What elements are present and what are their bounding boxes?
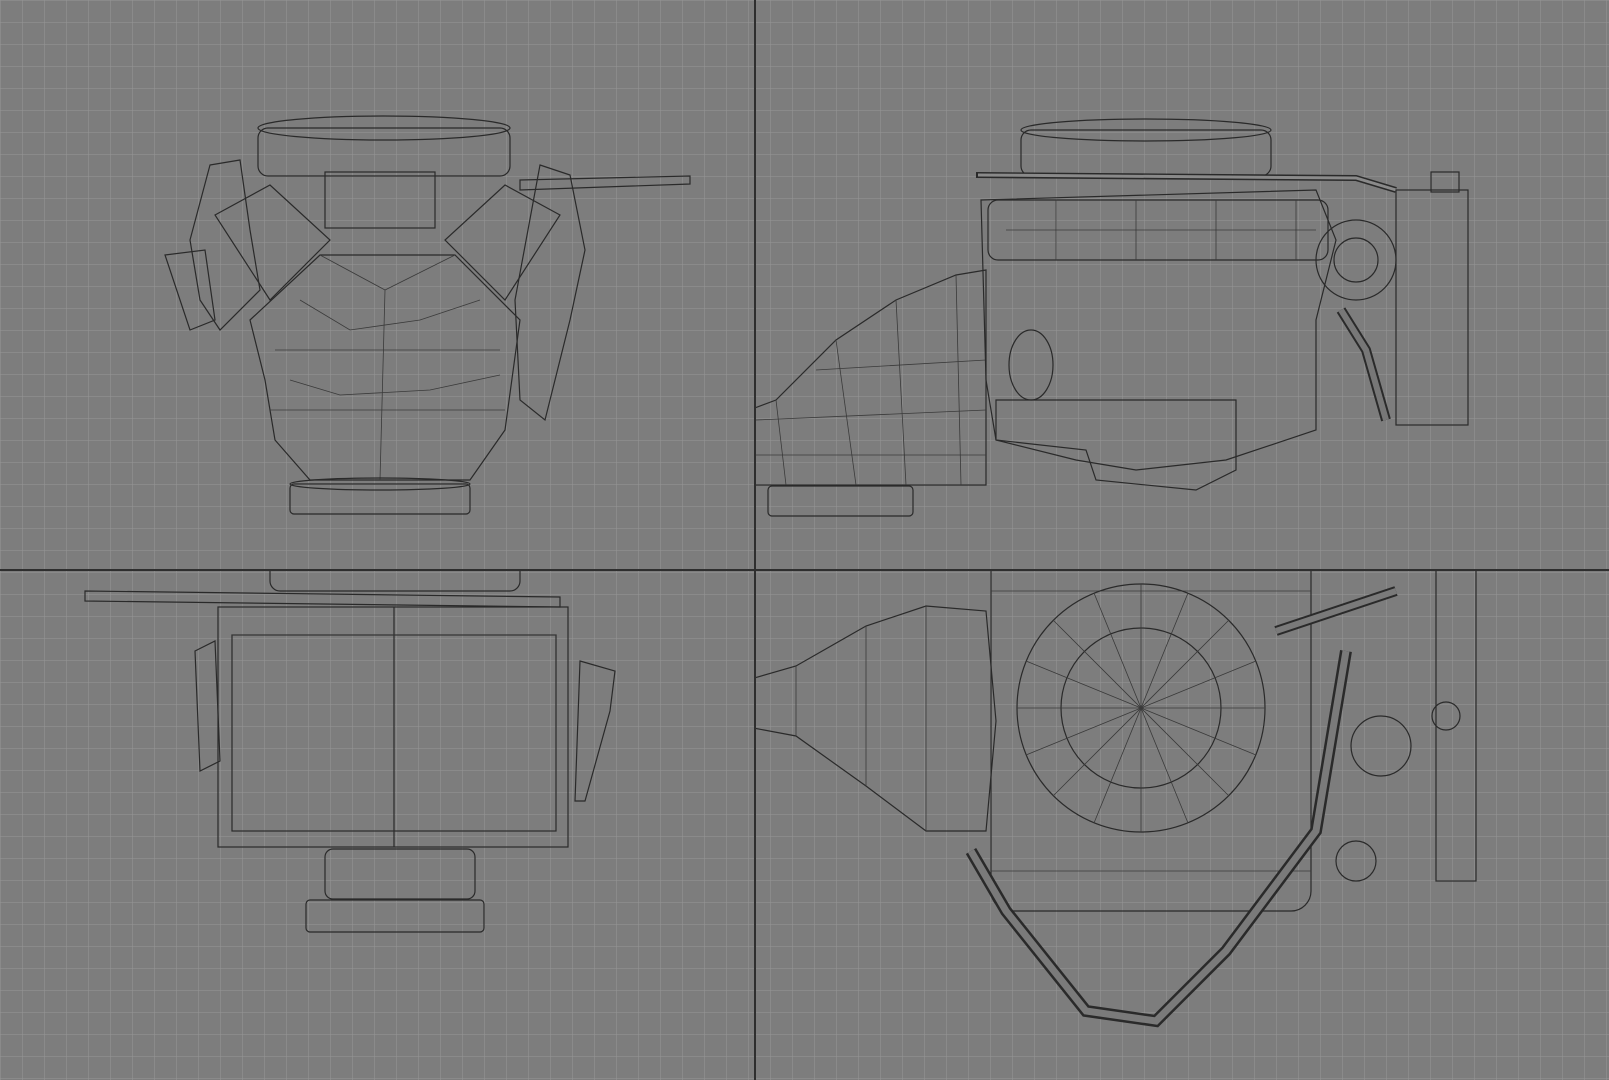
engine-top-view-icon [756,571,1477,1028]
viewport-divider-horizontal[interactable] [0,569,1609,571]
viewport-front[interactable] [0,0,755,570]
viewport-side[interactable] [756,0,1609,570]
engine-rear-view-icon [84,571,616,933]
modeling-viewport[interactable] [0,0,1609,1080]
viewport-top[interactable] [756,571,1609,1080]
viewport-rear[interactable] [0,571,755,1080]
engine-front-view-icon [164,115,691,515]
engine-side-view-icon [756,118,1469,517]
viewport-divider-vertical[interactable] [754,0,756,1080]
